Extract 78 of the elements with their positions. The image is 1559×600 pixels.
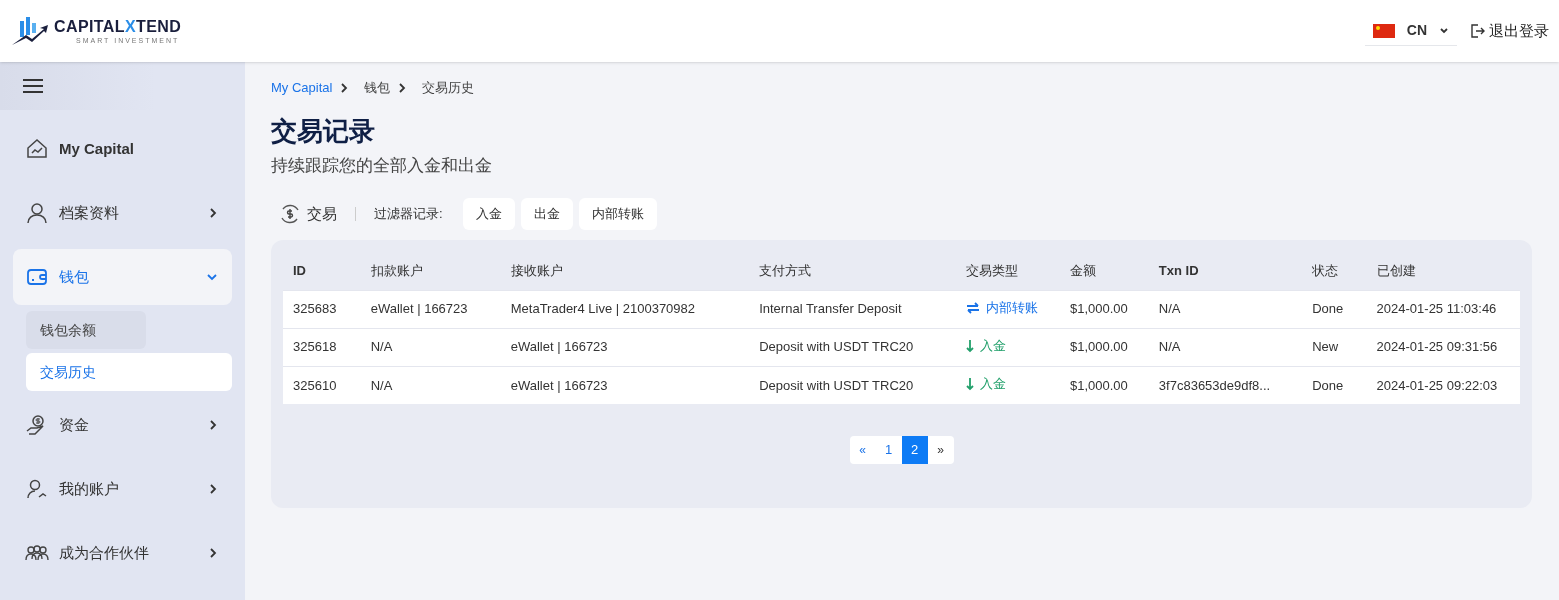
table-cell: Deposit with USDT TRC20 <box>749 328 956 366</box>
breadcrumb-item[interactable]: My Capital <box>271 78 333 98</box>
sidebar-item[interactable]: My Capital <box>13 121 232 177</box>
swap-arrows-icon <box>965 302 980 315</box>
page-title: 交易记录 <box>271 114 376 148</box>
table-cell: MetaTrader4 Live | 2100370982 <box>500 290 750 328</box>
filter-button[interactable]: 内部转账 <box>578 198 657 230</box>
column-header: 金额 <box>1059 252 1149 290</box>
sidebar-item[interactable]: 资金 <box>13 397 232 453</box>
chevron-down-icon <box>1439 26 1449 35</box>
table-cell: $1,000.00 <box>1059 366 1149 404</box>
table-cell: eWallet | 166723 <box>500 328 750 366</box>
filter-label: 过滤器记录: <box>374 205 443 224</box>
table-cell: 325683 <box>283 290 361 328</box>
chevron-right-icon <box>340 82 349 93</box>
chevron-right-icon <box>208 419 218 431</box>
table-cell: $1,000.00 <box>1059 290 1149 328</box>
breadcrumb-item: 交易历史 <box>422 79 475 97</box>
column-header: 支付方式 <box>749 252 956 290</box>
table-cell: N/A <box>360 366 501 404</box>
previous-page-button[interactable]: « <box>849 436 876 464</box>
dollar-cycle-icon <box>279 203 301 225</box>
column-header: ID <box>283 252 361 290</box>
menu-icon <box>22 78 44 94</box>
table-cell: 2024-01-25 11:03:46 <box>1366 290 1520 328</box>
submenu-item[interactable]: 钱包余额 <box>26 311 146 349</box>
table-cell: eWallet | 166723 <box>500 366 750 404</box>
table-cell: Deposit with USDT TRC20 <box>749 366 956 404</box>
column-header: 扣款账户 <box>360 252 501 290</box>
transaction-type: 入金 <box>965 335 1006 356</box>
page-subtitle: 持续跟踪您的全部入金和出金 <box>271 154 493 177</box>
page-button[interactable]: 2 <box>901 436 928 464</box>
user-icon <box>25 201 49 225</box>
column-header: 状态 <box>1302 252 1367 290</box>
flag-icon <box>1372 23 1395 38</box>
table-cell: Done <box>1302 290 1367 328</box>
breadcrumb-item[interactable]: 钱包 <box>364 78 391 98</box>
user-arrow-icon <box>25 477 49 501</box>
filter-button[interactable]: 出金 <box>520 198 573 230</box>
table-cell: 325610 <box>283 366 361 404</box>
table-cell: 2024-01-25 09:31:56 <box>1366 328 1520 366</box>
table-cell: 325618 <box>283 328 361 366</box>
section-label: 交易 <box>307 203 337 224</box>
transaction-type: 入金 <box>965 374 1006 394</box>
arrow-down-icon <box>965 338 974 353</box>
chevron-down-icon <box>206 272 218 282</box>
table-cell: Done <box>1302 366 1367 404</box>
table-cell: N/A <box>360 328 501 366</box>
chevron-right-icon <box>208 547 218 559</box>
language-selector[interactable]: CN <box>1364 16 1457 46</box>
logout-icon <box>1469 23 1485 39</box>
page-button[interactable]: 1 <box>875 436 902 464</box>
table-cell: $1,000.00 <box>1059 328 1149 366</box>
submenu-item[interactable]: 交易历史 <box>26 353 232 391</box>
column-header: 交易类型 <box>955 252 1060 290</box>
chevron-right-icon <box>208 483 218 495</box>
logout-button[interactable]: 退出登录 <box>1469 19 1549 43</box>
filter-button[interactable]: 入金 <box>462 198 515 230</box>
column-header: 接收账户 <box>500 252 750 290</box>
table-cell: eWallet | 166723 <box>360 290 501 328</box>
sidebar-item[interactable]: 钱包 <box>13 249 232 305</box>
table-cell: Internal Transfer Deposit <box>749 290 956 328</box>
column-header: Txn ID <box>1148 252 1303 290</box>
transaction-type: 内部转账 <box>965 298 1038 318</box>
table-cell: N/A <box>1148 328 1303 366</box>
table-cell: New <box>1302 328 1367 366</box>
home-chart-icon <box>25 137 49 161</box>
table-cell: N/A <box>1148 290 1303 328</box>
table-cell: 3f7c83653de9df8... <box>1148 366 1303 404</box>
column-header: 已创建 <box>1366 252 1520 290</box>
chevron-right-icon <box>398 82 407 93</box>
sidebar-item[interactable]: 档案资料 <box>13 185 232 241</box>
table-cell: 2024-01-25 09:22:03 <box>1366 366 1520 404</box>
sidebar-item[interactable]: 成为合作伙伴 <box>13 525 232 581</box>
sidebar-item[interactable]: 我的账户 <box>13 461 232 517</box>
chevron-right-icon <box>208 207 218 219</box>
arrow-down-icon <box>965 376 974 391</box>
next-page-button[interactable]: » <box>927 436 954 464</box>
